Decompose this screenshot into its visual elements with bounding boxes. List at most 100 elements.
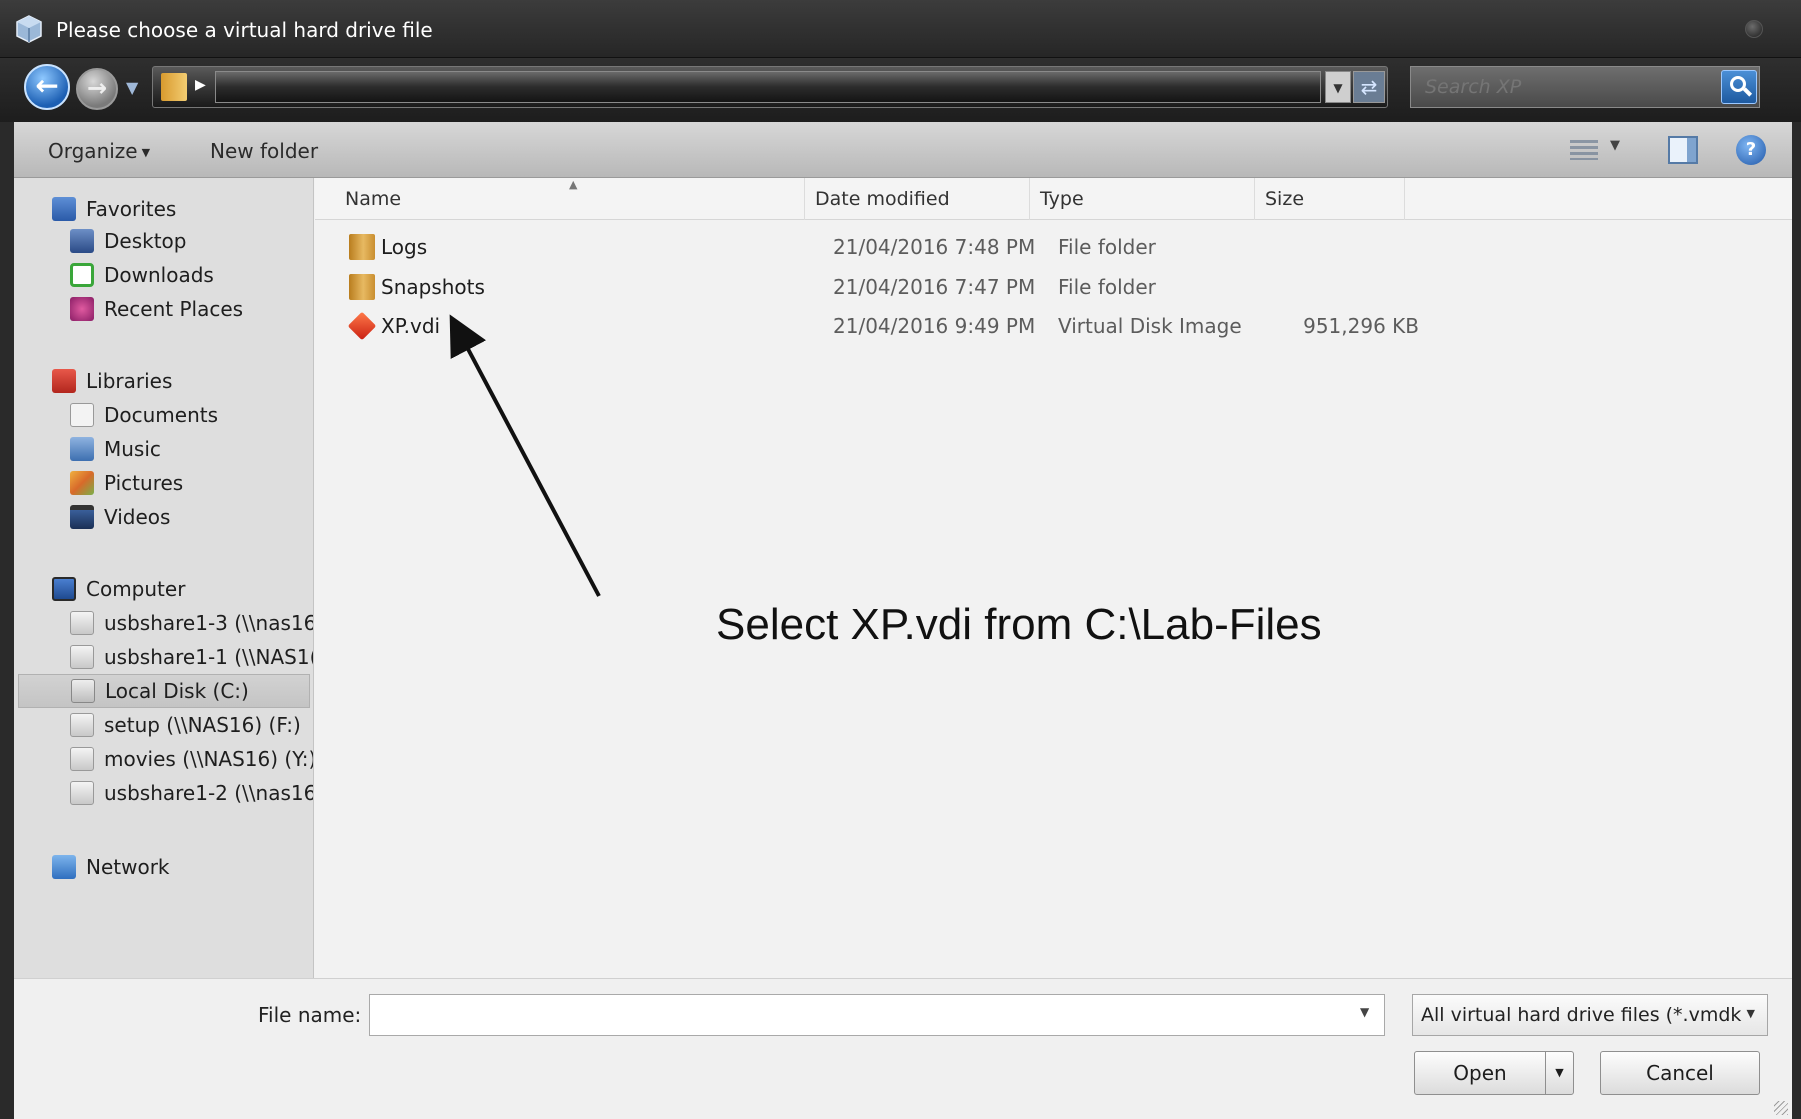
file-name: XP.vdi <box>381 314 441 338</box>
chevron-down-icon: ▼ <box>1610 138 1620 153</box>
nav-libraries[interactable]: Libraries <box>52 366 282 396</box>
nav-label: Videos <box>104 505 171 529</box>
nav-drive-usbshare1-3[interactable]: usbshare1-3 (\\nas16 <box>70 608 314 638</box>
nav-label: Downloads <box>104 263 214 287</box>
file-name: Snapshots <box>381 275 485 299</box>
file-row-logs[interactable]: Logs 21/04/2016 7:48 PM File folder <box>315 230 1415 264</box>
search-box <box>1410 66 1760 108</box>
network-drive-icon <box>70 747 94 771</box>
preview-pane-button[interactable] <box>1668 136 1698 164</box>
nav-label: Network <box>86 855 170 879</box>
help-button[interactable]: ? <box>1736 135 1766 165</box>
forward-button[interactable]: → <box>76 68 118 110</box>
nav-network[interactable]: Network <box>52 852 282 882</box>
column-header-type[interactable]: Type <box>1030 178 1255 220</box>
file-type-filter-select[interactable]: All virtual hard drive files (*.vmdk ▼ <box>1412 994 1768 1036</box>
folder-icon <box>161 73 187 101</box>
recent-pages-dropdown[interactable]: ▼ <box>126 78 138 97</box>
file-row-snapshots[interactable]: Snapshots 21/04/2016 7:47 PM File folder <box>315 270 1415 304</box>
music-icon <box>70 437 94 461</box>
column-header-row: ▲ Name Date modified Type Size <box>315 178 1792 220</box>
open-options-dropdown-icon[interactable]: ▼ <box>1545 1052 1573 1094</box>
nav-label: Libraries <box>86 369 173 393</box>
file-type: File folder <box>1058 235 1156 259</box>
nav-label: Desktop <box>104 229 187 253</box>
computer-icon <box>52 577 76 601</box>
favorites-star-icon <box>52 197 76 221</box>
nav-pictures[interactable]: Pictures <box>70 468 300 498</box>
nav-videos[interactable]: Videos <box>70 502 300 532</box>
libraries-icon <box>52 369 76 393</box>
nav-drive-local-disk-c[interactable]: Local Disk (C:) <box>18 674 310 708</box>
nav-drive-usbshare1-2[interactable]: usbshare1-2 (\\nas16 <box>70 778 314 808</box>
navigation-pane: Favorites Desktop Downloads Recent Place… <box>14 178 314 978</box>
nav-computer[interactable]: Computer <box>52 574 282 604</box>
nav-favorites[interactable]: Favorites <box>52 194 282 224</box>
network-drive-icon <box>70 645 94 669</box>
view-list-icon <box>1570 140 1598 160</box>
virtual-disk-icon <box>347 311 377 341</box>
address-field[interactable] <box>215 71 1321 103</box>
nav-desktop[interactable]: Desktop <box>70 226 300 256</box>
close-button[interactable] <box>1745 20 1763 38</box>
local-disk-icon <box>71 679 95 703</box>
videos-icon <box>70 505 94 529</box>
file-date: 21/04/2016 9:49 PM <box>833 314 1036 338</box>
search-button[interactable] <box>1721 70 1757 104</box>
search-input[interactable] <box>1417 71 1709 103</box>
downloads-icon <box>70 263 94 287</box>
column-header-size[interactable]: Size <box>1255 178 1405 220</box>
window-title: Please choose a virtual hard drive file <box>56 18 433 42</box>
cancel-button[interactable]: Cancel <box>1600 1051 1760 1095</box>
folder-icon <box>349 274 375 300</box>
resize-grip-icon[interactable] <box>1774 1101 1788 1115</box>
recent-places-icon <box>70 297 94 321</box>
title-bar: Please choose a virtual hard drive file <box>0 0 1801 58</box>
nav-documents[interactable]: Documents <box>70 400 300 430</box>
documents-icon <box>70 403 94 427</box>
folder-icon <box>349 234 375 260</box>
change-view-button[interactable]: ▼ <box>1570 136 1630 164</box>
address-bar[interactable]: ▶ ▼ ⇄ <box>152 66 1388 108</box>
open-button[interactable]: Open ▼ <box>1414 1051 1574 1095</box>
address-row: ← → ▼ ▶ ▼ ⇄ <box>0 58 1801 122</box>
nav-label: usbshare1-2 (\\nas16 <box>104 781 314 805</box>
forward-arrow-icon: → <box>86 74 108 102</box>
new-folder-button[interactable]: New folder <box>210 139 318 163</box>
network-drive-icon <box>70 611 94 635</box>
breadcrumb-chevron-icon[interactable]: ▶ <box>195 77 206 93</box>
network-icon <box>52 855 76 879</box>
refresh-button[interactable]: ⇄ <box>1353 71 1385 103</box>
nav-label: Favorites <box>86 197 177 221</box>
nav-recent-places[interactable]: Recent Places <box>70 294 300 324</box>
nav-music[interactable]: Music <box>70 434 300 464</box>
filter-label: All virtual hard drive files (*.vmdk <box>1421 1004 1742 1026</box>
nav-drive-usbshare1-1[interactable]: usbshare1-1 (\\NAS1( <box>70 642 313 672</box>
nav-label: usbshare1-3 (\\nas16 <box>104 611 314 635</box>
dialog-footer: File name: ▼ All virtual hard drive file… <box>14 978 1792 1119</box>
address-dropdown-button[interactable]: ▼ <box>1325 71 1351 103</box>
file-size: 951,296 KB <box>1303 314 1419 338</box>
organize-menu-button[interactable]: Organize ▼ <box>48 139 150 163</box>
nav-label: movies (\\NAS16) (Y:) <box>104 747 314 771</box>
nav-downloads[interactable]: Downloads <box>70 260 300 290</box>
file-name-input[interactable] <box>369 994 1385 1036</box>
chevron-down-icon: ▼ <box>141 146 151 159</box>
file-date: 21/04/2016 7:48 PM <box>833 235 1036 259</box>
file-date: 21/04/2016 7:47 PM <box>833 275 1036 299</box>
nav-label: Pictures <box>104 471 184 495</box>
nav-label: Computer <box>86 577 186 601</box>
nav-drive-movies[interactable]: movies (\\NAS16) (Y:) <box>70 744 314 774</box>
nav-label: Music <box>104 437 161 461</box>
file-row-xp-vdi[interactable]: XP.vdi 21/04/2016 9:49 PM Virtual Disk I… <box>315 309 1419 343</box>
help-icon: ? <box>1745 139 1757 160</box>
desktop-icon <box>70 229 94 253</box>
file-name-dropdown-icon[interactable]: ▼ <box>1360 1005 1369 1019</box>
dialog-body: Favorites Desktop Downloads Recent Place… <box>14 178 1792 978</box>
column-header-name[interactable]: Name <box>315 178 805 220</box>
nav-drive-setup[interactable]: setup (\\NAS16) (F:) <box>70 710 313 740</box>
column-header-date-modified[interactable]: Date modified <box>805 178 1030 220</box>
back-button[interactable]: ← <box>24 64 70 110</box>
pictures-icon <box>70 471 94 495</box>
open-label: Open <box>1453 1061 1507 1085</box>
